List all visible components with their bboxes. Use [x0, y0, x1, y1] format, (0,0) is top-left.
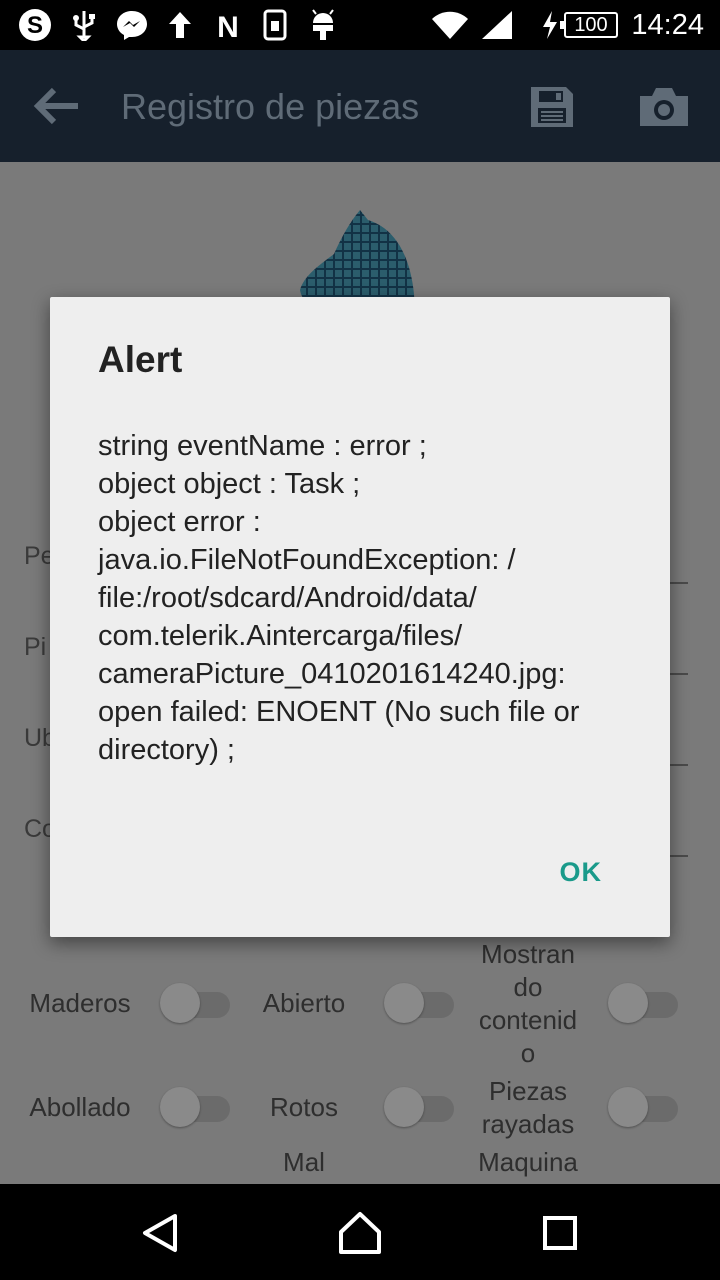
clock: 14:24 [631, 9, 704, 41]
battery-level: 100 [560, 12, 618, 38]
svg-text:N: N [217, 11, 239, 40]
status-bar: S N 100 14:24 [0, 0, 720, 50]
toggle-label-maquina: Maquina [478, 1147, 578, 1177]
toggle-abierto[interactable] [384, 982, 454, 1023]
page-title: Registro de piezas [121, 86, 420, 127]
toggle-label-mal: Mal [283, 1147, 325, 1177]
back-triangle-icon[interactable] [135, 1208, 185, 1258]
svg-text:S: S [27, 12, 43, 39]
navigation-bar [0, 1184, 720, 1280]
toggle-label-abollado: Abollado [29, 1092, 131, 1122]
messenger-icon [114, 8, 150, 42]
skype-icon: S [16, 8, 54, 42]
sim-card-icon [262, 8, 288, 42]
wifi-icon [430, 8, 470, 42]
signal-icon [480, 8, 514, 42]
toggle-mostrando-contenido[interactable] [608, 982, 678, 1023]
back-arrow-icon[interactable] [30, 84, 82, 128]
toggle-label-piezas-rayadas: Piezas rayadas [481, 1076, 575, 1139]
dialog-title: Alert [98, 339, 183, 380]
usb-icon [70, 8, 98, 42]
app-bar: Registro de piezas [0, 50, 720, 162]
toggle-piezas-rayadas[interactable] [608, 1086, 678, 1127]
alert-dialog: Alert string eventName : error ; object … [50, 297, 670, 937]
toggle-abollado[interactable] [160, 1086, 230, 1127]
toggle-maderos[interactable] [160, 982, 230, 1023]
toggle-label-abierto: Abierto [262, 988, 346, 1018]
toggle-label-mostrando-contenido: Mostran do contenid o [478, 939, 578, 1068]
toggle-rotos[interactable] [384, 1086, 454, 1127]
recents-icon[interactable] [535, 1208, 585, 1258]
toggle-label-rotos: Rotos [270, 1092, 338, 1122]
camera-icon[interactable] [638, 84, 690, 130]
ok-button[interactable]: OK [560, 857, 603, 888]
charging-icon [540, 8, 560, 42]
form-label: Pi [24, 633, 47, 661]
save-icon[interactable] [528, 84, 576, 130]
upload-icon [166, 8, 194, 42]
dialog-message: string eventName : error ; object object… [98, 430, 580, 766]
n-app-icon: N [212, 8, 244, 42]
android-icon [308, 8, 338, 42]
toggle-label-maderos: Maderos [29, 988, 131, 1018]
home-icon[interactable] [335, 1208, 385, 1258]
